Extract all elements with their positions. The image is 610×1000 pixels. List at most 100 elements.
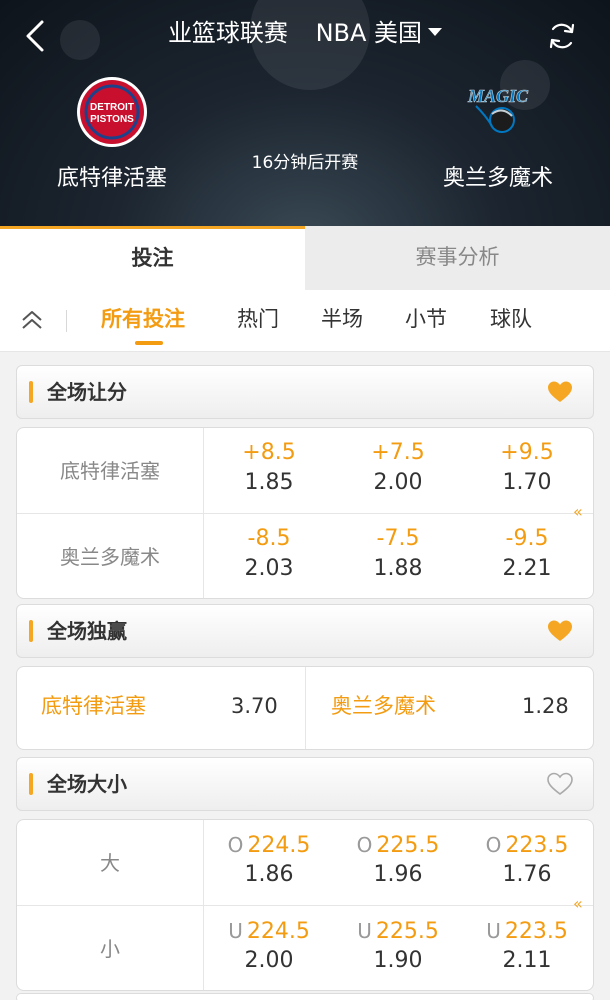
section-title: 全场大小 bbox=[47, 772, 127, 796]
subtab-popular[interactable]: 热门 bbox=[237, 304, 279, 334]
match-header: 业篮球联赛 NBA 美国 DETROIT PISTONS 底特律活塞 16分钟后… bbox=[0, 0, 610, 226]
odds-value: 1.86 bbox=[244, 862, 294, 887]
ou-prefix: U bbox=[228, 919, 243, 943]
bet-category-tabs: 所有投注 热门 半场 小节 球队 bbox=[0, 290, 610, 352]
accent-bar bbox=[29, 620, 33, 642]
next-section-edge bbox=[16, 993, 594, 1000]
team-label: 奥兰多魔术 bbox=[331, 694, 436, 718]
top-bar: 业篮球联赛 NBA 美国 bbox=[0, 0, 610, 70]
chevron-up-double-icon bbox=[22, 311, 42, 329]
moneyline-option-away[interactable]: 奥兰多魔术 1.28 bbox=[306, 667, 593, 749]
line-value: 223.5 bbox=[504, 919, 568, 944]
ou-prefix: U bbox=[486, 919, 501, 943]
odds-cell[interactable]: U 224.5 2.00 bbox=[205, 906, 333, 990]
odds-value: 2.00 bbox=[373, 470, 423, 495]
odds-cell[interactable]: -9.5 2.21 bbox=[463, 514, 591, 598]
subtab-all-bets[interactable]: 所有投注 bbox=[101, 304, 185, 334]
more-lines-arrow-icon[interactable]: « bbox=[573, 896, 587, 912]
odds-cell[interactable]: +8.5 1.85 bbox=[205, 428, 333, 514]
section-header-totals[interactable]: 全场大小 bbox=[16, 757, 594, 811]
odds-cell[interactable]: +9.5 1.70 bbox=[463, 428, 591, 514]
ou-prefix: O bbox=[227, 833, 244, 857]
under-label: 小 bbox=[100, 937, 120, 961]
away-team-name: 奥兰多魔术 bbox=[442, 166, 553, 191]
odds-value: 2.03 bbox=[244, 556, 294, 581]
collapse-button[interactable] bbox=[20, 308, 44, 332]
main-tabs: 投注 赛事分析 bbox=[0, 226, 610, 290]
moneyline-odds-table: 底特律活塞 3.70 奥兰多魔术 1.28 bbox=[16, 666, 594, 750]
divider bbox=[66, 310, 67, 332]
total-line: O 225.5 bbox=[334, 832, 462, 859]
league-name: 业篮球联赛 bbox=[167, 19, 288, 47]
accent-bar bbox=[29, 773, 33, 795]
caret-down-icon bbox=[428, 28, 443, 36]
handicap-line: +8.5 bbox=[242, 440, 296, 465]
region-dropdown[interactable]: NBA 美国 bbox=[315, 16, 443, 50]
table-row: 奥兰多魔术 -8.5 2.03 -7.5 1.88 -9.5 2.21 bbox=[17, 514, 593, 598]
handicap-line: +7.5 bbox=[371, 440, 425, 465]
ou-prefix: O bbox=[485, 833, 502, 857]
line-value: 225.5 bbox=[376, 833, 440, 858]
odds-value: 1.28 bbox=[522, 694, 569, 718]
tab-bets[interactable]: 投注 bbox=[0, 226, 305, 290]
team-label: 底特律活塞 bbox=[60, 459, 160, 483]
region-label: NBA 美国 bbox=[315, 19, 423, 47]
table-row: 大 O 224.5 1.86 O 225.5 1.96 O 223.5 1.76 bbox=[17, 820, 593, 906]
line-value: 224.5 bbox=[247, 833, 311, 858]
odds-value: 2.00 bbox=[244, 948, 294, 973]
odds-cell[interactable]: O 224.5 1.86 bbox=[205, 820, 333, 906]
total-line: U 225.5 bbox=[334, 918, 462, 945]
svg-text:MAGIC: MAGIC bbox=[467, 86, 529, 106]
heart-icon-filled[interactable] bbox=[547, 619, 573, 643]
ou-prefix: O bbox=[356, 833, 373, 857]
moneyline-option-home[interactable]: 底特律活塞 3.70 bbox=[17, 667, 305, 749]
tab-analysis[interactable]: 赛事分析 bbox=[305, 226, 610, 290]
table-row: 小 U 224.5 2.00 U 225.5 1.90 U 223.5 2.11 bbox=[17, 906, 593, 990]
subtab-half[interactable]: 半场 bbox=[321, 304, 363, 334]
active-tab-indicator bbox=[135, 341, 163, 345]
svg-text:PISTONS: PISTONS bbox=[90, 114, 134, 125]
handicap-line: -7.5 bbox=[376, 526, 420, 551]
total-line: O 223.5 bbox=[463, 832, 591, 859]
page-title: 业篮球联赛 NBA 美国 bbox=[0, 16, 610, 50]
heart-icon-outline[interactable] bbox=[547, 772, 573, 796]
odds-value: 1.76 bbox=[502, 862, 552, 887]
team-label: 奥兰多魔术 bbox=[60, 545, 160, 569]
odds-cell[interactable]: -8.5 2.03 bbox=[205, 514, 333, 598]
svg-text:DETROIT: DETROIT bbox=[90, 102, 134, 113]
section-title: 全场独赢 bbox=[47, 619, 127, 643]
section-header-handicap[interactable]: 全场让分 bbox=[16, 365, 594, 419]
odds-cell[interactable]: O 225.5 1.96 bbox=[334, 820, 462, 906]
odds-value: 1.70 bbox=[502, 470, 552, 495]
more-lines-arrow-icon[interactable]: « bbox=[573, 504, 587, 520]
odds-cell[interactable]: U 225.5 1.90 bbox=[334, 906, 462, 990]
pistons-logo: DETROIT PISTONS bbox=[76, 76, 148, 148]
handicap-line: -8.5 bbox=[247, 526, 291, 551]
subtab-team[interactable]: 球队 bbox=[490, 304, 532, 334]
odds-value: 1.96 bbox=[373, 862, 423, 887]
odds-cell[interactable]: -7.5 1.88 bbox=[334, 514, 462, 598]
odds-cell[interactable]: O 223.5 1.76 bbox=[463, 820, 591, 906]
handicap-line: -9.5 bbox=[505, 526, 549, 551]
odds-value: 2.11 bbox=[502, 948, 552, 973]
subtab-quarter[interactable]: 小节 bbox=[405, 304, 447, 334]
odds-value: 2.21 bbox=[502, 556, 552, 581]
total-line: U 223.5 bbox=[463, 918, 591, 945]
heart-icon-filled[interactable] bbox=[547, 380, 573, 404]
section-title: 全场让分 bbox=[47, 380, 127, 404]
odds-value: 1.85 bbox=[244, 470, 294, 495]
magic-logo: MAGIC bbox=[462, 76, 534, 148]
total-line: O 224.5 bbox=[205, 832, 333, 859]
home-team[interactable]: DETROIT PISTONS 底特律活塞 bbox=[22, 76, 202, 194]
line-value: 225.5 bbox=[375, 919, 439, 944]
refresh-button[interactable] bbox=[546, 20, 578, 52]
odds-cell[interactable]: +7.5 2.00 bbox=[334, 428, 462, 514]
away-team[interactable]: MAGIC 奥兰多魔术 bbox=[408, 76, 588, 194]
table-row: 底特律活塞 +8.5 1.85 +7.5 2.00 +9.5 1.70 bbox=[17, 428, 593, 514]
line-value: 223.5 bbox=[505, 833, 569, 858]
section-header-moneyline[interactable]: 全场独赢 bbox=[16, 604, 594, 658]
accent-bar bbox=[29, 381, 33, 403]
odds-cell[interactable]: U 223.5 2.11 bbox=[463, 906, 591, 990]
line-value: 224.5 bbox=[246, 919, 310, 944]
odds-value: 3.70 bbox=[231, 694, 278, 718]
